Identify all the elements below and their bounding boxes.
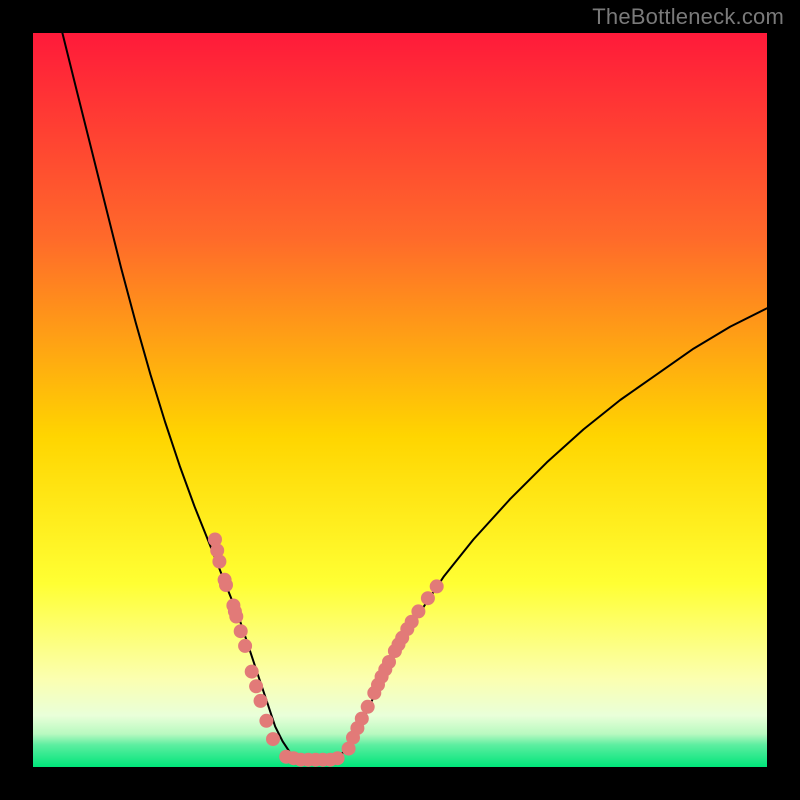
watermark-text: TheBottleneck.com <box>592 4 784 30</box>
data-point <box>229 610 243 624</box>
data-point <box>331 751 345 765</box>
data-point <box>421 591 435 605</box>
data-point <box>259 714 273 728</box>
data-point <box>254 694 268 708</box>
data-point <box>212 555 226 569</box>
gradient-background <box>33 33 767 767</box>
data-point <box>430 579 444 593</box>
data-point <box>411 604 425 618</box>
plot-area <box>33 33 767 767</box>
data-point <box>234 624 248 638</box>
chart-frame: TheBottleneck.com <box>0 0 800 800</box>
data-point <box>245 665 259 679</box>
chart-svg <box>33 33 767 767</box>
data-point <box>249 679 263 693</box>
data-point <box>238 639 252 653</box>
data-point <box>361 700 375 714</box>
data-point <box>266 732 280 746</box>
data-point <box>219 578 233 592</box>
